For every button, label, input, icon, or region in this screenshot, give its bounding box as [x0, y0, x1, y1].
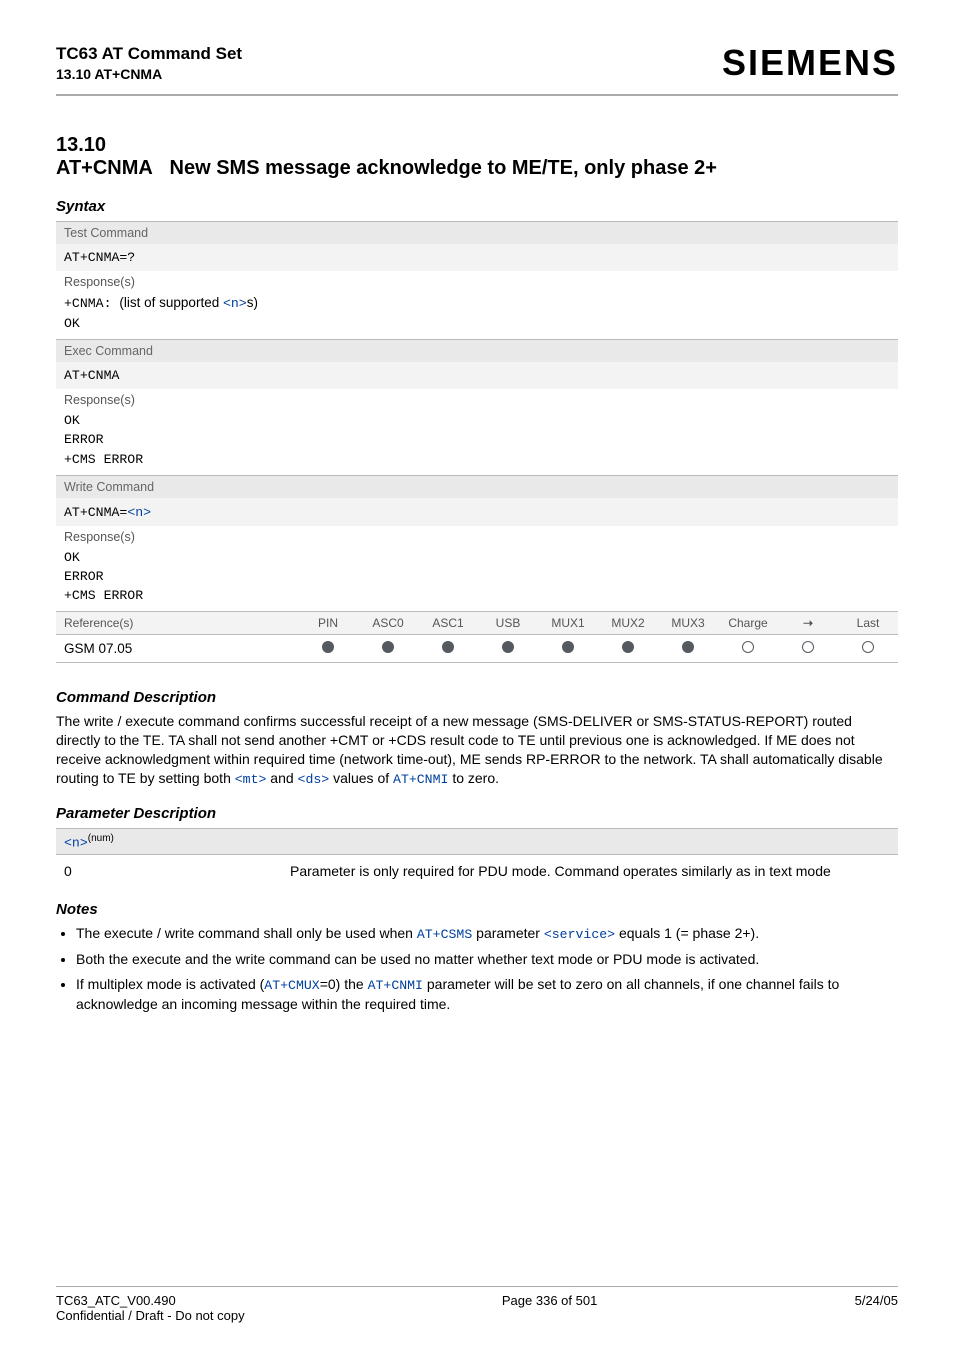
- param-name-n[interactable]: <n>: [64, 835, 88, 850]
- param-desc: Parameter is only required for PDU mode.…: [282, 855, 898, 888]
- doc-title-block: TC63 AT Command Set 13.10 AT+CNMA: [56, 44, 242, 82]
- cmd-desc-1b: and: [266, 770, 297, 786]
- matrix-header-row: Reference(s) PIN ASC0 ASC1 USB MUX1 MUX2…: [56, 612, 898, 635]
- footer-page-number: Page 336 of 501: [502, 1293, 597, 1323]
- col-usb: USB: [478, 612, 538, 635]
- write-resp-cmserror: +CMS ERROR: [64, 588, 143, 603]
- test-command-label: Test Command: [56, 222, 898, 245]
- link-at-cnmi-2[interactable]: AT+CNMI: [368, 978, 423, 993]
- dot-mux3: [658, 635, 718, 663]
- dot-asc1: [418, 635, 478, 663]
- reference-value: GSM 07.05: [56, 635, 298, 663]
- dot-mux2: [598, 635, 658, 663]
- references-label: Reference(s): [56, 612, 298, 635]
- footer-left: TC63_ATC_V00.490 Confidential / Draft - …: [56, 1293, 245, 1323]
- footer-divider: [56, 1286, 898, 1287]
- write-cmd-prefix: AT+CNMA=: [64, 505, 127, 520]
- doc-title: TC63 AT Command Set: [56, 44, 242, 64]
- matrix-data-row: GSM 07.05: [56, 635, 898, 663]
- test-responses-label: Response(s): [56, 271, 898, 291]
- dot-asc0: [358, 635, 418, 663]
- note-3: If multiplex mode is activated (AT+CMUX=…: [76, 975, 898, 1014]
- exec-response-body: OK ERROR +CMS ERROR: [56, 409, 898, 475]
- page-header: TC63 AT Command Set 13.10 AT+CNMA SIEMEN…: [56, 42, 898, 84]
- exec-resp-cmserror: +CMS ERROR: [64, 452, 143, 467]
- col-asc1: ASC1: [418, 612, 478, 635]
- test-resp-text-b: s): [247, 295, 258, 310]
- section-number: 13.10: [56, 134, 141, 157]
- note-3a: If multiplex mode is activated (: [76, 976, 264, 992]
- note-2: Both the execute and the write command c…: [76, 950, 898, 969]
- dot-arrow: [778, 635, 838, 663]
- exec-resp-error: ERROR: [64, 432, 104, 447]
- siemens-logo: SIEMENS: [722, 42, 898, 84]
- test-resp-prefix: +CNMA:: [64, 296, 119, 311]
- col-arrow-icon: ➝: [778, 612, 838, 635]
- test-response-body: +CNMA: (list of supported <n>s) OK: [56, 291, 898, 340]
- write-resp-error: ERROR: [64, 569, 104, 584]
- link-at-cnmi[interactable]: AT+CNMI: [393, 772, 448, 787]
- exec-responses-label: Response(s): [56, 389, 898, 409]
- col-last: Last: [838, 612, 898, 635]
- param-type: (num): [88, 833, 114, 844]
- cmd-desc-1d: to zero.: [448, 770, 499, 786]
- col-mux1: MUX1: [538, 612, 598, 635]
- col-mux3: MUX3: [658, 612, 718, 635]
- link-at-cmux[interactable]: AT+CMUX: [264, 978, 319, 993]
- notes-list: The execute / write command shall only b…: [58, 924, 898, 1013]
- link-at-csms[interactable]: AT+CSMS: [417, 927, 472, 942]
- footer-date: 5/24/05: [855, 1293, 898, 1323]
- param-value: 0: [56, 855, 282, 888]
- syntax-heading: Syntax: [56, 198, 898, 215]
- col-asc0: ASC0: [358, 612, 418, 635]
- exec-command-value: AT+CNMA: [56, 362, 898, 389]
- doc-subtitle: 13.10 AT+CNMA: [56, 66, 242, 82]
- note-1c: equals 1 (= phase 2+).: [615, 925, 759, 941]
- dot-charge: [718, 635, 778, 663]
- exec-resp-ok: OK: [64, 413, 80, 428]
- col-mux2: MUX2: [598, 612, 658, 635]
- col-pin: PIN: [298, 612, 358, 635]
- write-command-value: AT+CNMA=<n>: [56, 498, 898, 526]
- exec-command-label: Exec Command: [56, 340, 898, 363]
- command-description-heading: Command Description: [56, 689, 898, 706]
- note-3b: =0) the: [320, 976, 368, 992]
- link-service[interactable]: <service>: [544, 927, 615, 942]
- header-divider: [56, 94, 898, 96]
- footer-confidential: Confidential / Draft - Do not copy: [56, 1308, 245, 1323]
- notes-heading: Notes: [56, 901, 898, 918]
- dot-mux1: [538, 635, 598, 663]
- write-resp-ok: OK: [64, 550, 80, 565]
- test-resp-param-n[interactable]: <n>: [223, 296, 247, 311]
- parameter-table: <n>(num) 0 Parameter is only required fo…: [56, 828, 898, 888]
- write-responses-label: Response(s): [56, 526, 898, 546]
- link-ds[interactable]: <ds>: [298, 772, 330, 787]
- dot-usb: [478, 635, 538, 663]
- section-title-text: New SMS message acknowledge to ME/TE, on…: [170, 157, 717, 179]
- link-mt[interactable]: <mt>: [235, 772, 267, 787]
- dot-pin: [298, 635, 358, 663]
- syntax-table: Test Command AT+CNMA=? Response(s) +CNMA…: [56, 221, 898, 663]
- note-1b: parameter: [472, 925, 544, 941]
- command-description-text: The write / execute command confirms suc…: [56, 712, 898, 788]
- param-header: <n>(num): [56, 828, 898, 855]
- test-command-value: AT+CNMA=?: [56, 244, 898, 271]
- write-command-label: Write Command: [56, 475, 898, 498]
- note-1a: The execute / write command shall only b…: [76, 925, 417, 941]
- test-resp-text-a: (list of supported: [119, 295, 223, 310]
- test-resp-ok: OK: [64, 316, 80, 331]
- footer-doc-id: TC63_ATC_V00.490: [56, 1293, 245, 1308]
- dot-last: [838, 635, 898, 663]
- col-charge: Charge: [718, 612, 778, 635]
- note-1: The execute / write command shall only b…: [76, 924, 898, 944]
- write-response-body: OK ERROR +CMS ERROR: [56, 546, 898, 612]
- cmd-desc-1c: values of: [329, 770, 393, 786]
- section-command: AT+CNMA: [56, 157, 153, 179]
- section-heading: 13.10 AT+CNMA New SMS message acknowledg…: [56, 134, 898, 180]
- parameter-description-heading: Parameter Description: [56, 805, 898, 822]
- page-footer: TC63_ATC_V00.490 Confidential / Draft - …: [56, 1278, 898, 1323]
- write-cmd-param-n[interactable]: <n>: [127, 505, 151, 520]
